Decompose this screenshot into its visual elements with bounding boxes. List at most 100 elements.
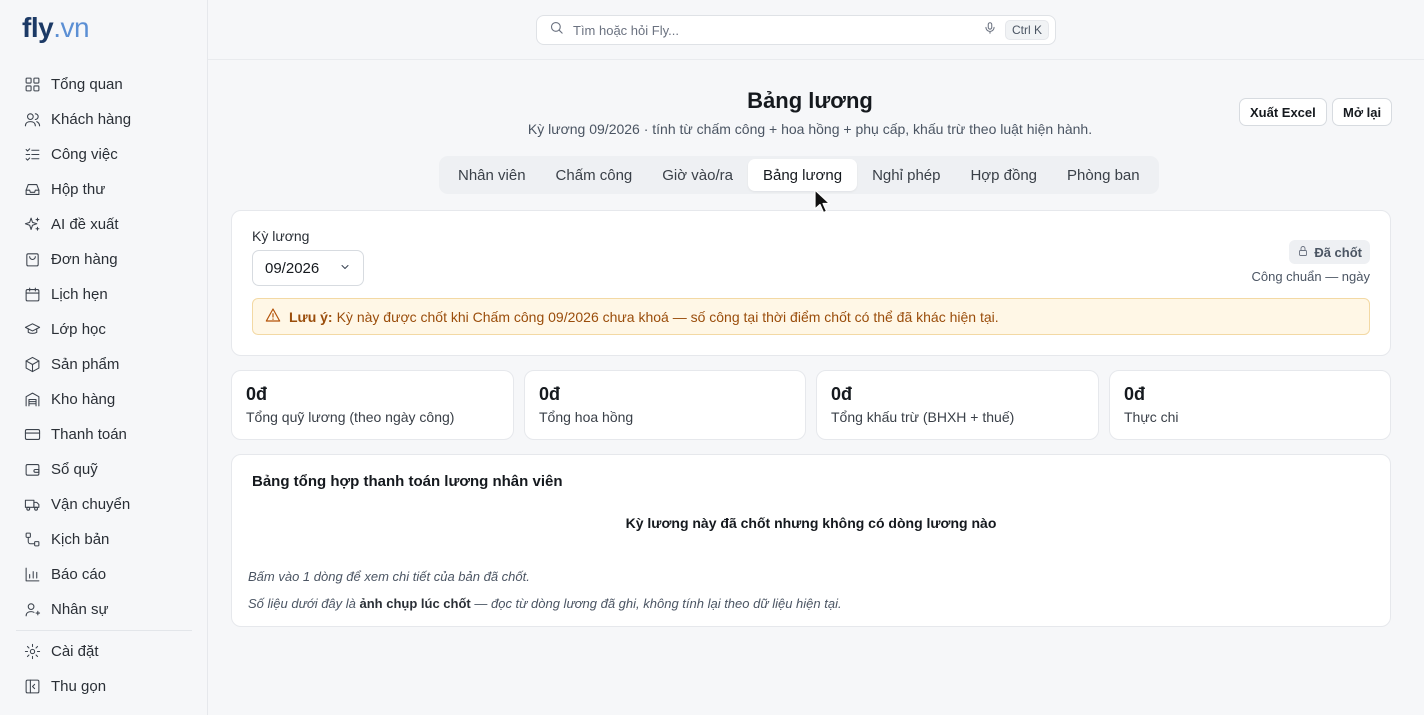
period-select[interactable]: 09/2026 [252, 250, 364, 286]
brand-name: fly [22, 12, 54, 43]
stat-card-commission: 0đ Tổng hoa hồng [524, 370, 806, 440]
sidebar-item-label: Hộp thư [51, 181, 106, 198]
payroll-summary-card: Bảng tổng hợp thanh toán lương nhân viên… [231, 454, 1391, 627]
warning-text: Kỳ này được chốt khi Chấm công 09/2026 c… [336, 308, 999, 325]
tab-phong-ban[interactable]: Phòng ban [1052, 159, 1155, 191]
sidebar-item-label: Lớp học [51, 321, 106, 338]
microphone-icon[interactable] [983, 21, 997, 40]
sidebar-item-label: Thanh toán [51, 426, 127, 443]
export-excel-button[interactable]: Xuất Excel [1239, 98, 1327, 126]
users-icon [23, 111, 41, 129]
warning-prefix: Lưu ý: [289, 308, 333, 325]
wallet-icon [23, 461, 41, 479]
sidebar-collapse-button[interactable]: Thu gọn [16, 669, 192, 704]
sidebar-item-cong-viec[interactable]: Công việc [16, 137, 192, 172]
sidebar-item-ai-de-xuat[interactable]: AI đề xuất [16, 207, 192, 242]
lock-icon [1297, 245, 1314, 260]
box-icon [23, 356, 41, 374]
sidebar-item-label: Sản phẩm [51, 356, 120, 373]
warning-icon [265, 307, 289, 326]
sidebar-item-label: Nhân sự [51, 601, 109, 618]
sidebar-item-hop-thu[interactable]: Hộp thư [16, 172, 192, 207]
sidebar-item-label: Vận chuyển [51, 496, 131, 513]
sidebar-divider [16, 630, 192, 631]
tab-nhan-vien[interactable]: Nhân viên [443, 159, 541, 191]
tab-hop-dong[interactable]: Hợp đồng [955, 159, 1052, 191]
stat-card-payroll-fund: 0đ Tổng quỹ lương (theo ngày công) [231, 370, 514, 440]
inbox-icon [23, 181, 41, 199]
stat-label: Tổng hoa hồng [539, 409, 634, 425]
period-label: Kỳ lương [252, 228, 310, 244]
snapshot-note-pre: Số liệu dưới đây là [248, 596, 356, 611]
sidebar-item-van-chuyen[interactable]: Vận chuyển [16, 487, 192, 522]
chevron-down-icon [339, 260, 351, 277]
bag-icon [23, 251, 41, 269]
sidebar-item-khach-hang[interactable]: Khách hàng [16, 102, 192, 137]
empty-state: Kỳ lương này đã chốt nhưng không có dòng… [625, 515, 997, 531]
stat-value: 0đ [246, 384, 268, 404]
sidebar-item-label: Tổng quan [51, 76, 123, 93]
stat-label: Thực chi [1124, 409, 1179, 425]
search-input[interactable]: Tìm hoặc hỏi Fly... Ctrl K [536, 15, 1056, 45]
page-title: Bảng lương [747, 88, 873, 113]
credit-card-icon [23, 426, 41, 444]
search-shortcut: Ctrl K [1005, 20, 1049, 40]
sidebar-item-bao-cao[interactable]: Báo cáo [16, 557, 192, 592]
stat-value: 0đ [831, 384, 853, 404]
standard-days: Công chuẩn — ngày [1251, 269, 1370, 284]
sparkles-icon [23, 216, 41, 234]
status-badge-label: Đã chốt [1314, 244, 1362, 260]
search-placeholder: Tìm hoặc hỏi Fly... [573, 22, 679, 38]
top-bar: Tìm hoặc hỏi Fly... Ctrl K [208, 0, 1424, 60]
sidebar-item-label: Kho hàng [51, 391, 116, 408]
sidebar-item-don-hang[interactable]: Đơn hàng [16, 242, 192, 277]
snapshot-note-bold: ảnh chụp lúc chốt [359, 596, 471, 611]
sidebar-item-label: Báo cáo [51, 566, 107, 583]
stat-value: 0đ [539, 384, 561, 404]
tab-nghi-phep[interactable]: Nghỉ phép [857, 159, 955, 191]
sidebar-item-lop-hoc[interactable]: Lớp học [16, 312, 192, 347]
sidebar-nav: Tổng quan Khách hàng Công việc Hộp thư A… [16, 67, 192, 704]
brand-logo[interactable]: fly.vn [22, 12, 90, 44]
sidebar-item-label: Kịch bản [51, 531, 110, 548]
truck-icon [23, 496, 41, 514]
sidebar-item-label: Công việc [51, 146, 118, 163]
sidebar-item-label: Thu gọn [51, 678, 107, 695]
sidebar-item-label: Đơn hàng [51, 251, 118, 268]
stat-value: 0đ [1124, 384, 1146, 404]
sidebar-item-label: Lịch hẹn [51, 286, 108, 303]
sidebar-item-cai-dat[interactable]: Cài đặt [16, 634, 192, 669]
snapshot-note-post: — đọc từ dòng lương đã ghi, không tính l… [474, 596, 842, 611]
brand-suffix: .vn [53, 12, 90, 43]
sidebar-item-kho-hang[interactable]: Kho hàng [16, 382, 192, 417]
search-icon [549, 20, 564, 40]
sidebar-item-label: Khách hàng [51, 111, 132, 128]
stat-card-deductions: 0đ Tổng khấu trừ (BHXH + thuế) [816, 370, 1099, 440]
tab-bang-luong[interactable]: Bảng lương [747, 159, 858, 191]
tab-gio-vao-ra[interactable]: Giờ vào/ra [647, 159, 748, 191]
sidebar-item-tong-quan[interactable]: Tổng quan [16, 67, 192, 102]
graduation-cap-icon [23, 321, 41, 339]
sidebar-item-label: Sổ quỹ [51, 461, 98, 478]
sidebar-item-lich-hen[interactable]: Lịch hẹn [16, 277, 192, 312]
sidebar-item-nhan-su[interactable]: Nhân sự [16, 592, 192, 627]
sidebar-item-san-pham[interactable]: Sản phẩm [16, 347, 192, 382]
mouse-cursor-icon [814, 189, 831, 214]
sidebar-item-so-quy[interactable]: Sổ quỹ [16, 452, 192, 487]
sidebar-item-label: AI đề xuất [51, 216, 119, 233]
sidebar-item-kich-ban[interactable]: Kịch bản [16, 522, 192, 557]
warning-banner: Lưu ý: Kỳ này được chốt khi Chấm công 09… [252, 298, 1370, 335]
page-subtitle: Kỳ lương 09/2026 · tính từ chấm công + h… [527, 121, 1093, 137]
collapse-icon [23, 678, 41, 696]
sidebar-item-label: Cài đặt [51, 643, 99, 660]
summary-note: Bấm vào 1 dòng để xem chi tiết của bản đ… [248, 569, 530, 584]
reopen-button[interactable]: Mở lại [1332, 98, 1393, 126]
tab-cham-cong[interactable]: Chấm công [541, 159, 648, 191]
sidebar-item-thanh-toan[interactable]: Thanh toán [16, 417, 192, 452]
workflow-icon [23, 531, 41, 549]
user-icon [23, 601, 41, 619]
snapshot-note: Số liệu dưới đây là ảnh chụp lúc chốt — … [248, 596, 842, 611]
warehouse-icon [23, 391, 41, 409]
sidebar: fly.vn Tổng quan Khách hàng Công việc Hộ… [0, 0, 208, 715]
calendar-icon [23, 286, 41, 304]
